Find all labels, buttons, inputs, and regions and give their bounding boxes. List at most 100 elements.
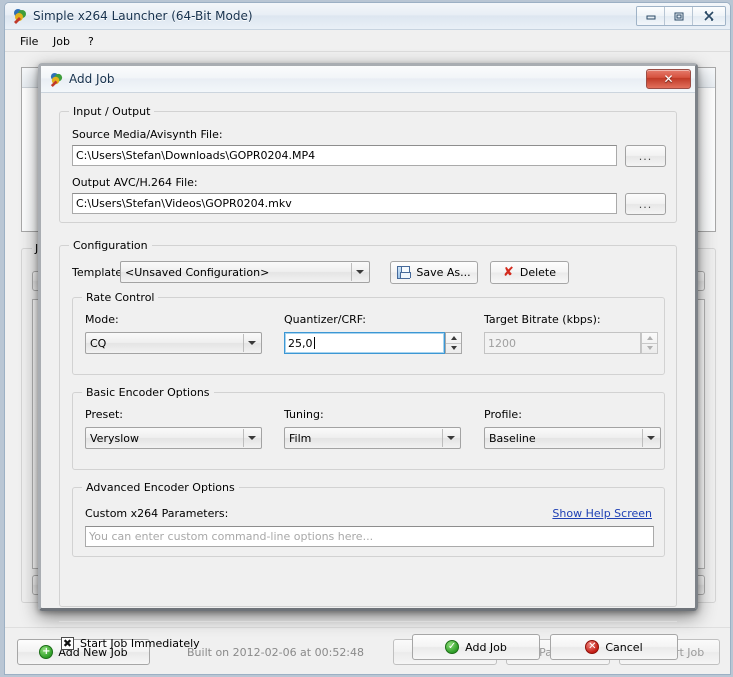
output-file-value: C:\Users\Stefan\Videos\GOPR0204.mkv xyxy=(76,197,292,210)
chevron-down-icon xyxy=(243,429,260,447)
chevron-down-icon xyxy=(450,346,457,351)
delete-button[interactable]: ✘ Delete xyxy=(490,261,569,284)
chevron-down-icon xyxy=(642,429,659,447)
chevron-down-icon xyxy=(243,334,260,352)
chevron-down-icon xyxy=(351,263,368,281)
minimize-icon xyxy=(646,15,655,20)
quantizer-input[interactable]: 25,0 xyxy=(284,332,445,354)
start-immediately-label: Start Job Immediately xyxy=(80,637,200,650)
advanced-encoder-group-label: Advanced Encoder Options xyxy=(82,481,239,494)
menu-item-file[interactable]: File xyxy=(15,34,43,49)
start-immediately-row[interactable]: ✖ Start Job Immediately xyxy=(61,637,200,650)
configuration-group-label: Configuration xyxy=(69,239,152,252)
add-job-dialog: Add Job ✕ Input / Output Source Media/Av… xyxy=(38,63,698,660)
app-icon xyxy=(12,8,28,24)
output-browse-label: ... xyxy=(638,197,653,211)
dialog-titlebar: Add Job ✕ xyxy=(41,66,695,93)
menu-item-help[interactable]: ? xyxy=(83,34,99,49)
window-controls xyxy=(636,6,726,26)
stepper-down-button[interactable] xyxy=(642,344,657,354)
preset-label: Preset: xyxy=(85,408,124,421)
add-job-button[interactable]: ✓ Add Job xyxy=(412,634,540,660)
chevron-up-icon xyxy=(646,335,653,340)
source-file-value: C:\Users\Stefan\Downloads\GOPR0204.MP4 xyxy=(76,149,316,162)
close-icon xyxy=(704,11,714,21)
cancel-circle-icon: ✕ xyxy=(585,640,600,654)
maximize-button[interactable] xyxy=(665,7,693,25)
chevron-down-icon xyxy=(442,429,459,447)
build-info-text: Built on 2012-02-06 at 00:52:48 xyxy=(187,646,365,659)
quantizer-label: Quantizer/CRF: xyxy=(284,313,366,326)
add-job-label: Add Job xyxy=(465,640,507,654)
mode-select[interactable]: CQ xyxy=(85,332,262,354)
custom-params-input[interactable]: You can enter custom command-line option… xyxy=(85,526,654,547)
save-as-label: Save As... xyxy=(416,266,471,279)
mode-value: CQ xyxy=(90,336,107,350)
advanced-encoder-group: Advanced Encoder Options Custom x264 Par… xyxy=(72,481,665,557)
check-circle-icon: ✓ xyxy=(445,640,460,654)
plus-circle-icon: + xyxy=(39,645,54,659)
input-output-group: Input / Output Source Media/Avisynth Fil… xyxy=(59,105,677,223)
output-file-label: Output AVC/H.264 File: xyxy=(72,176,198,189)
preset-select[interactable]: Veryslow xyxy=(85,427,262,449)
dialog-body: Input / Output Source Media/Avisynth Fil… xyxy=(41,93,695,660)
app-icon xyxy=(49,72,64,87)
output-browse-button[interactable]: ... xyxy=(625,193,666,215)
rate-control-group-label: Rate Control xyxy=(82,291,159,304)
cancel-button[interactable]: ✕ Cancel xyxy=(550,634,678,660)
tuning-label: Tuning: xyxy=(284,408,324,421)
show-help-screen-link[interactable]: Show Help Screen xyxy=(552,507,652,520)
template-value: <Unsaved Configuration> xyxy=(125,265,270,279)
custom-params-label: Custom x264 Parameters: xyxy=(85,507,229,520)
bitrate-label: Target Bitrate (kbps): xyxy=(484,313,601,326)
input-output-group-label: Input / Output xyxy=(69,105,155,118)
mode-label: Mode: xyxy=(85,313,119,326)
bitrate-stepper[interactable] xyxy=(641,332,658,354)
minimize-button[interactable] xyxy=(637,7,665,25)
save-as-button[interactable]: Save As... xyxy=(390,261,478,284)
tuning-value: Film xyxy=(289,431,312,445)
menu-bar: File Job ? xyxy=(5,30,730,52)
stepper-down-button[interactable] xyxy=(446,344,461,354)
source-file-label: Source Media/Avisynth File: xyxy=(72,128,223,141)
bitrate-value: 1200 xyxy=(488,336,516,350)
floppy-disk-icon xyxy=(397,266,412,279)
close-icon: ✕ xyxy=(663,72,674,86)
profile-value: Baseline xyxy=(489,431,536,445)
preset-value: Veryslow xyxy=(90,431,139,445)
configuration-group: Configuration Template: <Unsaved Configu… xyxy=(59,239,677,607)
chevron-down-icon xyxy=(646,346,653,351)
source-browse-label: ... xyxy=(638,149,653,163)
main-titlebar: Simple x264 Launcher (64-Bit Mode) xyxy=(5,3,730,30)
quantizer-value: 25,0 xyxy=(288,336,313,350)
tuning-select[interactable]: Film xyxy=(284,427,461,449)
rate-control-group: Rate Control Mode: CQ Quantizer/CRF: 25,… xyxy=(72,291,665,375)
footer-divider xyxy=(59,621,677,622)
checkbox-check-icon: ✖ xyxy=(62,637,73,650)
source-browse-button[interactable]: ... xyxy=(625,145,666,167)
template-label: Template: xyxy=(72,266,126,279)
delete-label: Delete xyxy=(519,266,557,279)
main-window-title: Simple x264 Launcher (64-Bit Mode) xyxy=(33,9,253,23)
close-button[interactable] xyxy=(693,7,725,25)
basic-encoder-group: Basic Encoder Options Preset: Veryslow T… xyxy=(72,386,665,470)
template-select[interactable]: <Unsaved Configuration> xyxy=(120,261,370,283)
text-caret xyxy=(313,337,315,349)
bitrate-input[interactable]: 1200 xyxy=(484,332,641,354)
source-file-input[interactable]: C:\Users\Stefan\Downloads\GOPR0204.MP4 xyxy=(72,145,617,166)
profile-select[interactable]: Baseline xyxy=(484,427,661,449)
stepper-up-button[interactable] xyxy=(642,333,657,344)
cancel-label: Cancel xyxy=(605,640,643,654)
profile-label: Profile: xyxy=(484,408,522,421)
chevron-up-icon xyxy=(450,335,457,340)
quantizer-stepper[interactable] xyxy=(445,332,462,354)
maximize-icon xyxy=(674,12,683,20)
menu-item-job[interactable]: Job xyxy=(48,34,75,49)
dialog-close-button[interactable]: ✕ xyxy=(646,69,691,89)
start-immediately-checkbox[interactable]: ✖ xyxy=(61,637,74,650)
basic-encoder-group-label: Basic Encoder Options xyxy=(82,386,214,399)
delete-x-icon: ✘ xyxy=(502,265,514,280)
dialog-title: Add Job xyxy=(69,72,115,86)
output-file-input[interactable]: C:\Users\Stefan\Videos\GOPR0204.mkv xyxy=(72,193,617,214)
stepper-up-button[interactable] xyxy=(446,333,461,344)
